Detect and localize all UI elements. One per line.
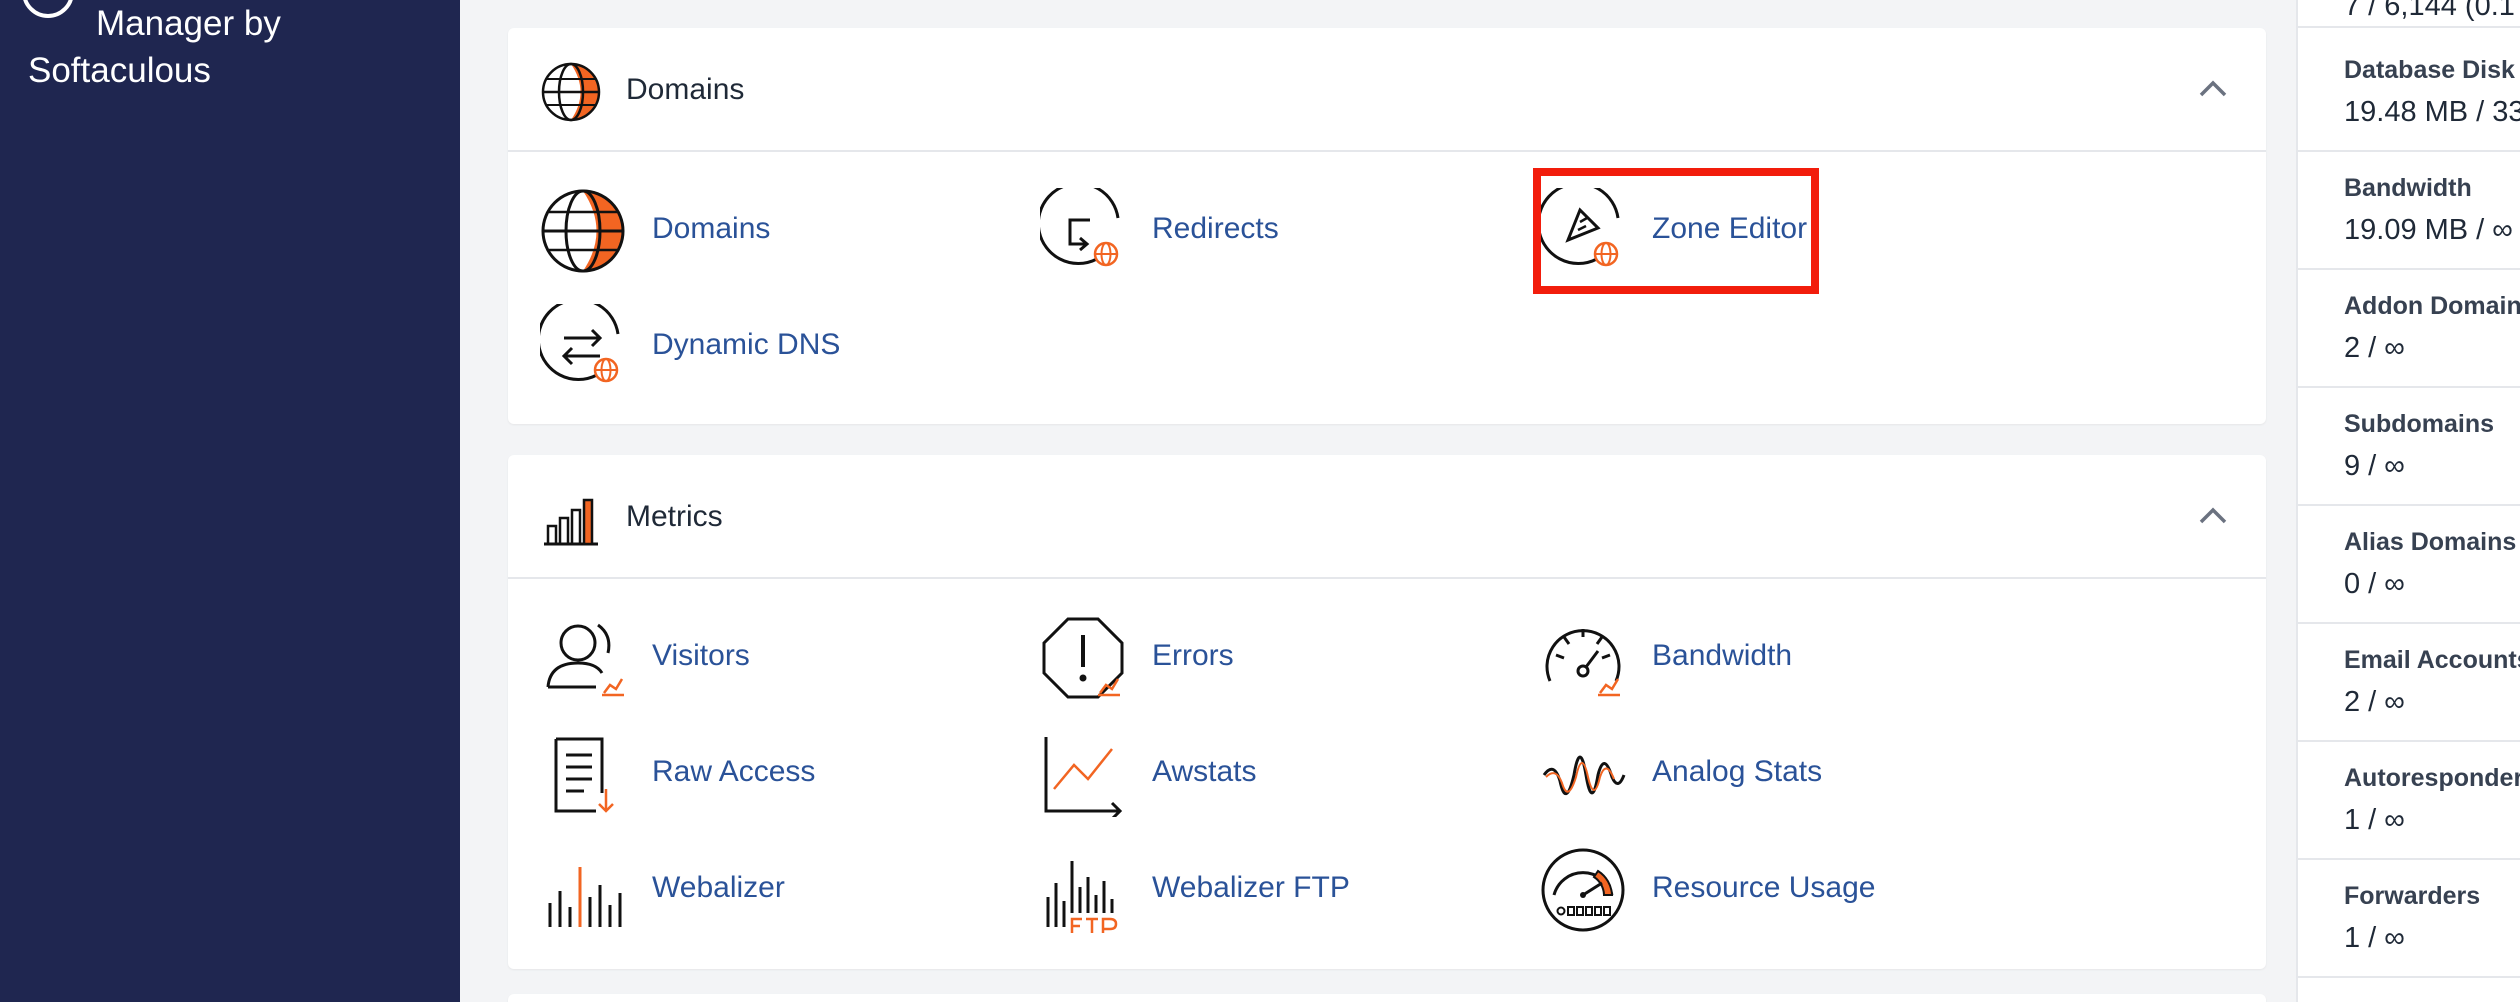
gauge-icon [1545,629,1621,697]
resource-usage-link[interactable]: Resource Usage [1540,841,1900,937]
chevron-up-icon[interactable] [2196,72,2230,106]
domains-card: Domains Domains Redirects Zone Editor Dy… [508,28,2266,424]
webalizer-ftp-link[interactable]: Webalizer FTP [1040,841,1370,937]
stat-value: 9 / ∞ [2344,450,2405,482]
app-name-continued: Softaculous [28,51,211,90]
awstats-label: Awstats [1152,755,1257,788]
zone-editor-label: Zone Editor [1652,212,1808,245]
statistics-panel: 7 / 6,144 (0.1 Database Disk U 19.48 MB … [2296,0,2520,1002]
stat-value: 19.48 MB / 33 [2344,96,2520,128]
stat-value: 1 / ∞ [2344,804,2405,836]
domains-card-header[interactable]: Domains [508,28,2266,152]
redirects-label: Redirects [1152,212,1279,245]
app-name: Manager by [96,4,281,43]
stat-label: Bandwidth [2344,174,2472,202]
resource-gauge-icon [1541,848,1625,932]
sidebar: Manager by Softaculous [0,0,460,1002]
stat-subdomains: Subdomains 9 / ∞ [2298,388,2520,506]
stat-forwarders: Forwarders 1 / ∞ [2298,860,2520,978]
dynamic-dns-icon [540,304,620,383]
visitors-icon [546,623,624,697]
zone-editor-icon [1540,188,1620,267]
bar-lines-icon [548,867,622,927]
globe-icon [541,62,601,122]
stat-value: 0 / ∞ [2344,568,2405,600]
stat-label: Forwarders [2344,882,2481,910]
redirects-link[interactable]: Redirects [1040,182,1340,278]
webalizer-link[interactable]: Webalizer [540,841,840,937]
raw-access-label: Raw Access [652,755,816,788]
bandwidth-link[interactable]: Bandwidth [1540,609,1840,705]
document-download-icon [554,737,614,813]
dynamic-dns-link[interactable]: Dynamic DNS [540,298,880,394]
analog-stats-label: Analog Stats [1652,755,1823,788]
error-octagon-icon [1042,617,1124,699]
stat-value: 7 / 6,144 (0.1 [2344,0,2515,22]
errors-link[interactable]: Errors [1040,609,1320,705]
domains-section-title: Domains [626,73,745,106]
metrics-card-header[interactable]: Metrics [508,455,2266,579]
stat-label: Autoresponder [2344,764,2520,792]
stat-value: 2 / ∞ [2344,332,2405,364]
next-card [508,994,2266,1002]
stat-value: 19.09 MB / ∞ [2344,214,2513,246]
stat-value: 2 / ∞ [2344,686,2405,718]
stat-email-accounts: Email Accounts 2 / ∞ [2298,624,2520,742]
chevron-up-icon[interactable] [2196,499,2230,533]
bar-chart-icon [544,498,598,546]
stat-label: Subdomains [2344,410,2495,438]
stat-label: Alias Domains [2344,528,2517,556]
domains-label: Domains [652,212,771,245]
stat-label: Email Accounts [2344,646,2520,674]
errors-label: Errors [1152,639,1234,672]
stat-label: Database Disk U [2344,56,2520,84]
stat-alias-domains: Alias Domains 0 / ∞ [2298,506,2520,624]
visitors-link[interactable]: Visitors [540,609,820,705]
line-chart-icon [1044,737,1123,817]
stat-value: 1 / ∞ [2344,922,2405,954]
waveform-icon [1542,755,1626,795]
webalizer-ftp-label: Webalizer FTP [1152,871,1350,904]
awstats-link[interactable]: Awstats [1040,725,1320,821]
resource-usage-label: Resource Usage [1652,871,1876,904]
globe-icon [541,189,625,273]
metrics-section-title: Metrics [626,500,723,533]
stat-bandwidth: Bandwidth 19.09 MB / ∞ [2298,152,2520,270]
stat-addon-domains: Addon Domains 2 / ∞ [2298,270,2520,388]
stat-row-top: 7 / 6,144 (0.1 [2298,0,2520,28]
bandwidth-label: Bandwidth [1652,639,1793,672]
analog-stats-link[interactable]: Analog Stats [1540,725,1870,821]
app-logo-icon [22,0,74,18]
zone-editor-link[interactable]: Zone Editor [1540,182,1840,278]
dynamic-dns-label: Dynamic DNS [652,328,841,361]
metrics-card: Metrics Visitors Errors Bandwidth Raw Ac… [508,455,2266,969]
bar-lines-ftp-icon [1046,861,1118,933]
domains-link[interactable]: Domains [540,182,820,278]
stat-database-disk: Database Disk U 19.48 MB / 33 [2298,34,2520,152]
raw-access-link[interactable]: Raw Access [540,725,840,821]
stat-autoresponders: Autoresponder 1 / ∞ [2298,742,2520,860]
stat-label: Addon Domains [2344,292,2520,320]
webalizer-label: Webalizer [652,871,785,904]
visitors-label: Visitors [652,639,750,672]
redirect-icon [1040,188,1120,267]
